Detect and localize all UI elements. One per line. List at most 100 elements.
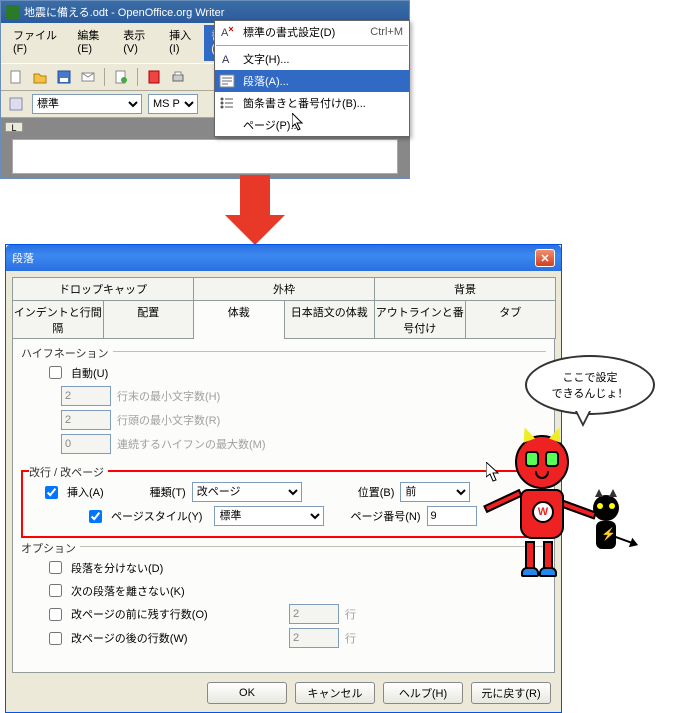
clear-format-icon: A (219, 24, 235, 40)
orphan-checkbox[interactable] (49, 608, 62, 621)
hyphenation-group: ハイフネーション 自動(U) 2 行末の最小文字数(H) 2 行頭の最小文字数(… (21, 353, 546, 460)
menu-character[interactable]: A 文字(H)... (215, 48, 409, 70)
orphan-label: 改ページの前に残す行数(O) (71, 606, 208, 622)
hyphenation-legend: ハイフネーション (21, 345, 113, 361)
orphan-spinner: 2 (289, 604, 339, 624)
menu-shortcut: Ctrl+M (370, 26, 403, 38)
page-style-combo[interactable]: 標準 (214, 506, 324, 526)
font-combo[interactable]: MS P (148, 94, 198, 114)
tab-outline[interactable]: アウトラインと番号付け (374, 300, 466, 339)
widow-label: 改ページの後の行数(W) (71, 630, 188, 646)
menu-item-label: 箇条書きと番号付け(B)... (243, 95, 366, 111)
ok-button[interactable]: OK (207, 682, 287, 704)
insert-break-checkbox[interactable] (45, 486, 58, 499)
mascot-annotation: ここで設定 できるんじょ！ W ⚡ (495, 355, 675, 415)
menu-edit[interactable]: 編集(E) (70, 25, 116, 61)
pdf-button[interactable] (144, 67, 164, 87)
speech-line1: ここで設定 (563, 372, 618, 384)
window-title: 地震に備える.odt - OpenOffice.org Writer (24, 4, 224, 20)
menu-item-label: 文字(H)... (243, 51, 289, 67)
breaks-group: 改行 / 改ページ 挿入(A) 種類(T) 改ページ 位置(B) 前 ページスタ… (21, 470, 546, 538)
menu-insert[interactable]: 挿入(I) (162, 25, 204, 61)
styles-button[interactable] (6, 94, 26, 114)
auto-hyphen-checkbox[interactable] (49, 366, 62, 379)
style-combo[interactable]: 標準 (32, 94, 142, 114)
page-number-input[interactable] (427, 506, 477, 526)
tab-dropcaps[interactable]: ドロップキャップ (12, 277, 194, 300)
tab-asian[interactable]: 日本語文の体裁 (284, 300, 376, 339)
widow-spinner: 2 (289, 628, 339, 648)
break-type-label: 種類(T) (150, 484, 186, 500)
break-position-label: 位置(B) (358, 484, 395, 500)
tabs-row-1: ドロップキャップ 外枠 背景 (12, 277, 555, 300)
svg-text:A: A (221, 27, 229, 39)
max-hyphens-label: 連続するハイフンの最大数(M) (117, 436, 266, 452)
help-button[interactable]: ヘルプ(H) (383, 682, 463, 704)
cancel-button[interactable]: キャンセル (295, 682, 375, 704)
print-button[interactable] (168, 67, 188, 87)
app-icon (6, 5, 20, 19)
menu-item-label: 標準の書式設定(D) (243, 24, 335, 40)
no-split-checkbox[interactable] (49, 561, 62, 574)
min-end-label: 行末の最小文字数(H) (117, 388, 220, 404)
character-icon: A (219, 51, 235, 67)
dialog-titlebar: 段落 ✕ (6, 245, 561, 271)
no-split-label: 段落を分けない(D) (71, 560, 163, 576)
paragraph-icon (219, 73, 235, 89)
new-doc-button[interactable] (6, 67, 26, 87)
menu-default-format[interactable]: A 標準の書式設定(D) Ctrl+M (215, 21, 409, 43)
edit-button[interactable] (111, 67, 131, 87)
page-number-label: ページ番号(N) (350, 508, 420, 524)
mail-button[interactable] (78, 67, 98, 87)
menu-item-label: 段落(A)... (243, 73, 289, 89)
menu-item-label: ページ(P)... (243, 117, 300, 133)
reset-button[interactable]: 元に戻す(R) (471, 682, 551, 704)
tab-borders[interactable]: 外枠 (193, 277, 375, 300)
speech-line2: できるんじょ！ (552, 388, 629, 400)
tabs-row-2: インデントと行間隔 配置 体裁 日本語文の体裁 アウトラインと番号付け タブ (12, 300, 555, 339)
break-position-combo[interactable]: 前 (400, 482, 470, 502)
page-style-label: ページスタイル(Y) (111, 508, 202, 524)
menu-bullets[interactable]: 箇条書きと番号付け(B)... (215, 92, 409, 114)
tab-tabs[interactable]: タブ (465, 300, 557, 339)
breaks-legend: 改行 / 改ページ (29, 464, 108, 480)
toolbar-separator (137, 68, 138, 86)
min-start-label: 行頭の最小文字数(R) (117, 412, 220, 428)
menu-file[interactable]: ファイル(F) (6, 25, 70, 61)
dialog-title: 段落 (12, 250, 34, 266)
options-group: オプション 段落を分けない(D) 次の段落を離さない(K) 改ページの前に残す行… (21, 548, 546, 654)
red-arrow-annotation (240, 175, 285, 245)
keep-next-checkbox[interactable] (49, 584, 62, 597)
tab-textflow[interactable]: 体裁 (193, 300, 285, 339)
open-button[interactable] (30, 67, 50, 87)
tab-indent[interactable]: インデントと行間隔 (12, 300, 104, 339)
min-end-spinner: 2 (61, 386, 111, 406)
close-button[interactable]: ✕ (535, 249, 555, 267)
mascot-black-character: ⚡ (593, 495, 619, 549)
menu-view[interactable]: 表示(V) (116, 25, 162, 61)
page-style-checkbox[interactable] (89, 510, 102, 523)
menu-page[interactable]: ページ(P)... (215, 114, 409, 136)
tab-align[interactable]: 配置 (103, 300, 195, 339)
dialog-buttons: OK キャンセル ヘルプ(H) 元に戻す(R) (6, 674, 561, 712)
break-type-combo[interactable]: 改ページ (192, 482, 302, 502)
options-legend: オプション (21, 540, 80, 556)
speech-bubble: ここで設定 できるんじょ！ (525, 355, 655, 415)
menu-paragraph[interactable]: 段落(A)... (215, 70, 409, 92)
ruler-corner: L (5, 122, 23, 132)
document-page[interactable] (12, 139, 398, 174)
toolbar-separator (104, 68, 105, 86)
menu-separator (216, 45, 408, 46)
bullets-icon (219, 95, 235, 111)
dialog-body: ハイフネーション 自動(U) 2 行末の最小文字数(H) 2 行頭の最小文字数(… (12, 338, 555, 673)
widow-unit: 行 (345, 630, 356, 646)
svg-text:A: A (222, 54, 230, 66)
tab-background[interactable]: 背景 (374, 277, 556, 300)
widow-checkbox[interactable] (49, 632, 62, 645)
save-button[interactable] (54, 67, 74, 87)
format-dropdown: A 標準の書式設定(D) Ctrl+M A 文字(H)... 段落(A)... … (214, 20, 410, 137)
insert-break-label: 挿入(A) (67, 484, 104, 500)
max-hyphens-spinner: 0 (61, 434, 111, 454)
min-start-spinner: 2 (61, 410, 111, 430)
paragraph-dialog: 段落 ✕ ドロップキャップ 外枠 背景 インデントと行間隔 配置 体裁 日本語文… (5, 244, 562, 713)
